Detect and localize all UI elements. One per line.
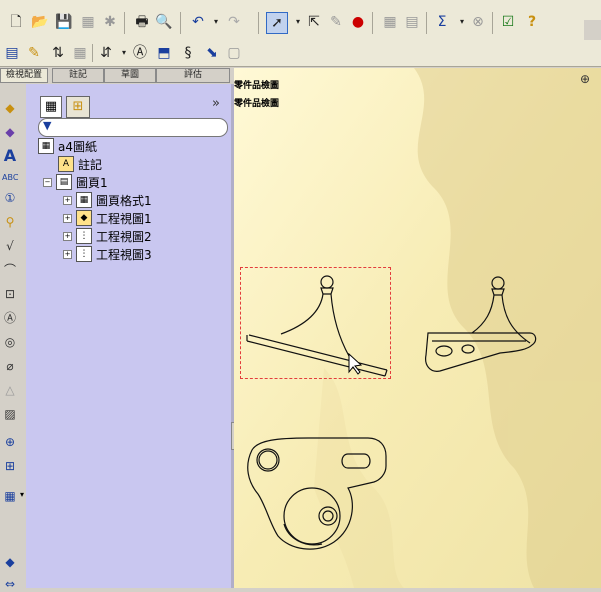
spell-check-icon[interactable]: ABC: [2, 170, 18, 186]
panel-expand-icon[interactable]: »: [212, 96, 220, 111]
open-folder-icon[interactable]: 📂: [30, 12, 50, 32]
align-icon[interactable]: ⇅: [48, 43, 68, 63]
equation-icon[interactable]: Σ: [432, 12, 452, 32]
sheet-icon: ▤: [56, 174, 72, 190]
drawing-view-2[interactable]: [420, 271, 545, 381]
table-tool-icon[interactable]: ▦: [2, 488, 18, 504]
projected-view-icon: ⋮: [76, 246, 92, 262]
tree-child-label: 工程視圖3: [96, 247, 152, 262]
surface-finish-icon[interactable]: √: [2, 238, 18, 254]
tree-item-sheet-format[interactable]: + ▦ 圖頁格式1: [63, 192, 152, 208]
feature-manager-panel: ▦ ⊞ » ▼ ▦ a4圖紙 A 註記 − ▤ 圖頁1 + ▦ 圖頁格式1 + …: [26, 84, 231, 588]
expand-icon[interactable]: +: [63, 213, 72, 223]
spring-icon[interactable]: §: [178, 43, 198, 63]
layer-icon[interactable]: ▤: [2, 43, 22, 63]
zoom-corner-icon[interactable]: ⊕: [580, 72, 590, 86]
tree-root-label: a4圖紙: [58, 139, 97, 154]
magnet-icon[interactable]: ◆: [2, 554, 18, 570]
tree-child-label: 圖頁格式1: [96, 193, 152, 208]
print-icon[interactable]: 🖶: [132, 12, 152, 32]
feature-tree-tab[interactable]: ▦: [40, 96, 62, 118]
note-icon[interactable]: A: [2, 148, 18, 164]
sheet-title-1: 零件品檢圖: [234, 81, 280, 91]
sketch-edit-icon[interactable]: ✎: [326, 12, 346, 32]
projected-view-icon: ⋮: [76, 228, 92, 244]
measure-icon[interactable]: ⊗: [468, 12, 488, 32]
tree-sheet-label: 圖頁1: [76, 175, 108, 190]
sheet-format-icon: ▦: [76, 192, 92, 208]
print-setup-icon[interactable]: ▦: [78, 12, 98, 32]
view-1-geometry: [246, 275, 388, 377]
collapse-icon[interactable]: −: [43, 177, 52, 187]
tree-item-view2[interactable]: + ⋮ 工程視圖2: [63, 228, 152, 244]
drawing-view-1[interactable]: [240, 267, 391, 379]
select-arrow-icon[interactable]: ➚: [266, 12, 288, 34]
datum-target-icon[interactable]: ◎: [2, 334, 18, 350]
tree-child-label: 工程視圖2: [96, 229, 152, 244]
tree-root[interactable]: ▦ a4圖紙: [38, 138, 97, 154]
center-mark-icon[interactable]: ⊕: [2, 434, 18, 450]
rebuild-icon[interactable]: ✱: [100, 12, 120, 32]
undo-dropdown-icon[interactable]: ▾: [206, 12, 226, 32]
help-icon[interactable]: ?: [522, 12, 542, 32]
new-document-icon[interactable]: 🗋: [6, 12, 26, 32]
left-toolbar: ◆ ◆ A ABC ① ⚲ √ ⌒ ⊡ Ⓐ ◎ ⌀ △ ▨ ⊕ ⊞ ▦ ▾ ◆ …: [0, 84, 27, 591]
view-toolbar: ▤ ✎ ⇅ ▦ ⇵ ▾ Ⓐ ⬒ § ⬊ ▢: [0, 40, 601, 67]
expand-icon[interactable]: +: [63, 231, 72, 241]
rotate-view-icon[interactable]: ⇵: [96, 43, 116, 63]
drawing-sheet[interactable]: 零件品檢圖 零件品檢圖 ⊕: [234, 68, 601, 588]
arrow-view-icon[interactable]: ⬊: [202, 43, 222, 63]
area-hatch-icon[interactable]: ▨: [2, 406, 18, 422]
grid-icon[interactable]: ▦: [380, 12, 400, 32]
text-tool-icon[interactable]: Ⓐ: [130, 43, 150, 63]
filter-input[interactable]: ▼: [38, 118, 228, 137]
drawing-view-3[interactable]: [238, 436, 398, 556]
tab-annotation[interactable]: 註記: [52, 68, 104, 83]
tab-view-layout[interactable]: 檢視配置: [0, 68, 48, 83]
hole-callout-icon[interactable]: ⌀: [2, 358, 18, 374]
weld-symbol-icon[interactable]: ⌒: [2, 262, 18, 278]
property-tab[interactable]: ⊞: [66, 96, 90, 118]
redo-icon[interactable]: ↷: [224, 12, 244, 32]
balloon-icon[interactable]: ◆: [2, 100, 18, 116]
select-filter-icon[interactable]: ⇱: [304, 12, 324, 32]
filter-icon: ▼: [43, 119, 52, 132]
datum-feature-icon[interactable]: Ⓐ: [2, 310, 18, 326]
dimension-bottom-icon[interactable]: ⇔: [2, 576, 18, 592]
stamp-icon[interactable]: ◆: [2, 124, 18, 140]
expand-icon[interactable]: +: [63, 195, 72, 205]
undo-icon[interactable]: ↶: [188, 12, 208, 32]
traffic-light-icon[interactable]: ●: [348, 12, 368, 32]
tree-item-view3[interactable]: + ⋮ 工程視圖3: [63, 246, 152, 262]
tab-evaluate[interactable]: 評估: [156, 68, 230, 83]
view-palette-icon[interactable]: ▦: [70, 43, 90, 63]
geometric-tolerance-icon[interactable]: ⊡: [2, 286, 18, 302]
tab-sketch[interactable]: 草圖: [104, 68, 156, 83]
drawing-icon: ▦: [38, 138, 54, 154]
tree-item-notes[interactable]: A 註記: [58, 156, 102, 172]
tree-child-label: 工程視圖1: [96, 211, 152, 226]
print-preview-icon[interactable]: 🔍: [154, 12, 174, 32]
centerline-icon[interactable]: ⊞: [2, 458, 18, 474]
table-dropdown-icon[interactable]: ▾: [20, 490, 24, 499]
right-edge-strip: [584, 20, 601, 40]
sheet-format-icon[interactable]: ▢: [224, 43, 244, 63]
tree-notes-label: 註記: [78, 157, 103, 172]
drawing-view-icon: ◆: [76, 210, 92, 226]
model-items-icon[interactable]: ⬒: [154, 43, 174, 63]
tree-item-view1[interactable]: + ◆ 工程視圖1: [63, 210, 152, 226]
balloon-number-icon[interactable]: ①: [2, 190, 18, 206]
note-tag-icon[interactable]: ✎: [24, 43, 44, 63]
expand-icon[interactable]: +: [63, 249, 72, 259]
annotation-folder-icon: A: [58, 156, 74, 172]
revision-icon[interactable]: △: [2, 382, 18, 398]
options-icon[interactable]: ☑: [498, 12, 518, 32]
standard-toolbar: 🗋 📂 💾 ▦ ✱ 🖶 🔍 ↶ ▾ ↷ ➚ ▾ ⇱ ✎ ● ▦ ▤ Σ ▾ ⊗ …: [0, 0, 601, 41]
sheet-title-2: 零件品檢圖: [234, 99, 280, 109]
auto-balloon-icon[interactable]: ⚲: [2, 214, 18, 230]
tree-item-sheet[interactable]: − ▤ 圖頁1: [43, 174, 108, 190]
table-icon[interactable]: ▤: [402, 12, 422, 32]
save-icon[interactable]: 💾: [54, 12, 74, 32]
